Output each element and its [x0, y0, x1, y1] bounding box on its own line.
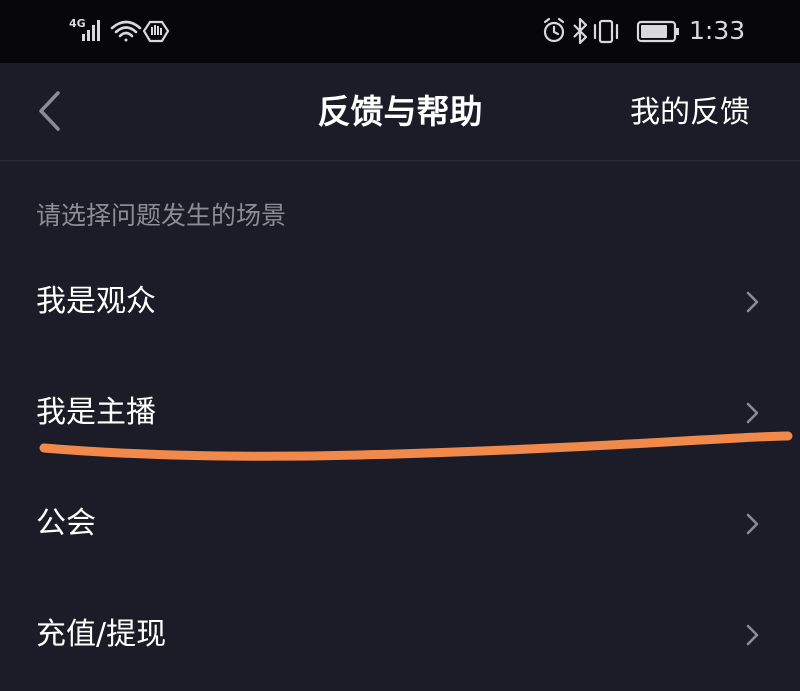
navigation-bar: 反馈与帮助 我的反馈: [0, 63, 800, 161]
system-status-icons: [543, 17, 679, 45]
scene-menu-list: 我是观众 我是主播 公会 充值/提现: [0, 245, 800, 689]
menu-item-label: 充值/提现: [36, 617, 167, 652]
menu-item-label: 公会: [36, 506, 96, 541]
chevron-right-icon: [746, 513, 759, 535]
clock-time: 1:33: [689, 16, 746, 45]
vibrate-icon: [593, 19, 619, 44]
my-feedback-button[interactable]: 我的反馈: [610, 91, 770, 135]
chevron-right-icon: [746, 402, 759, 424]
back-arrow-icon[interactable]: [32, 88, 66, 134]
wifi-icon: [110, 20, 142, 42]
chevron-right-icon: [746, 624, 759, 646]
bluetooth-icon: [573, 17, 588, 45]
menu-item-streamer[interactable]: 我是主播: [0, 356, 800, 467]
status-bar: 4G 1:33: [0, 0, 800, 63]
section-title: 请选择问题发生的场景: [36, 201, 287, 230]
menu-item-guild[interactable]: 公会: [0, 467, 800, 578]
network-type-label: 4G: [69, 17, 86, 30]
security-hand-icon: [142, 20, 170, 43]
signal-status-icons: 4G: [69, 17, 170, 43]
chevron-right-icon: [746, 291, 759, 313]
menu-item-recharge-withdraw[interactable]: 充值/提现: [0, 578, 800, 689]
alarm-icon: [543, 17, 565, 43]
menu-item-label: 我是主播: [36, 395, 156, 430]
menu-item-label: 我是观众: [36, 284, 156, 319]
page-title: 反馈与帮助: [317, 92, 483, 131]
battery-icon: [636, 20, 679, 43]
menu-item-audience[interactable]: 我是观众: [0, 245, 800, 356]
